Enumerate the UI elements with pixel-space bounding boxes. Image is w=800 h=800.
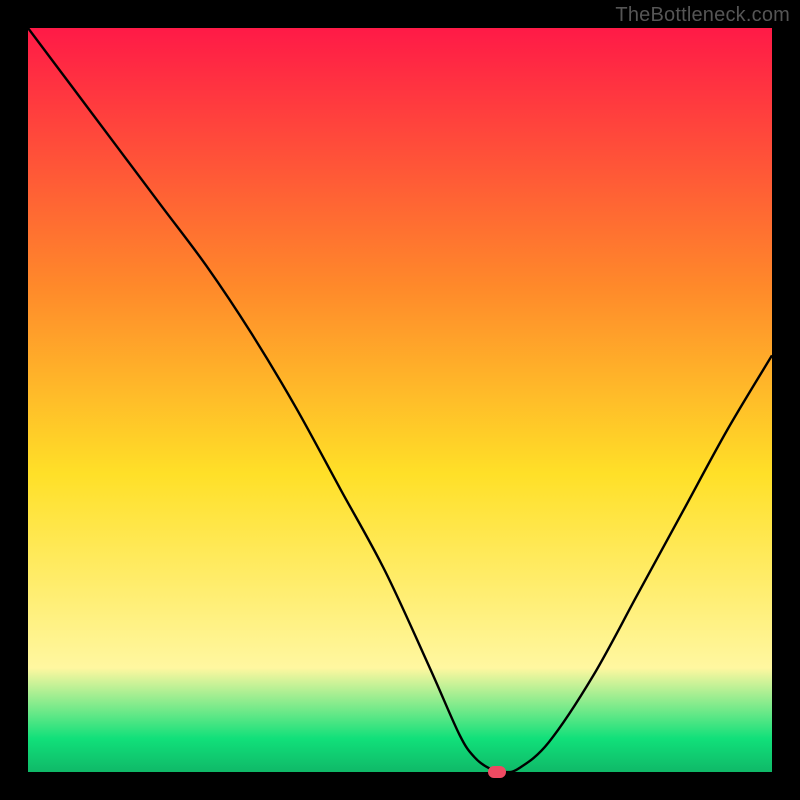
chart-frame: TheBottleneck.com — [0, 0, 800, 800]
bottleneck-curve — [28, 28, 772, 772]
plot-area — [28, 28, 772, 772]
watermark-text: TheBottleneck.com — [615, 4, 790, 27]
curve-layer — [28, 28, 772, 772]
min-marker — [488, 766, 506, 778]
